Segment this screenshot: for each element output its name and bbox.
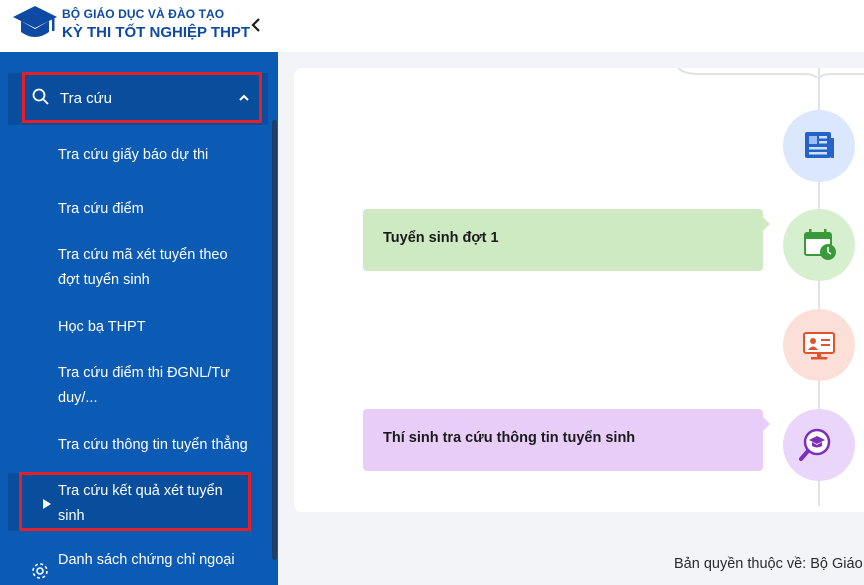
footer-copyright: Bản quyền thuộc về: Bộ Giáo [674,556,863,572]
timeline-event-title: Tuyển sinh đợt 1 [383,230,499,246]
calendar-clock-icon [804,229,836,260]
sidebar-item-admission-codes[interactable]: Tra cứu mã xét tuyển theo đợt tuyển sinh [58,243,258,293]
timeline-node-search-education [783,409,855,481]
sidebar-item-label: Học bạ THPT [58,319,146,335]
timeline-node-calendar [783,209,855,281]
graduation-search-icon [799,428,831,461]
timeline-event-title: Thí sinh tra cứu thông tin tuyển sinh [383,430,636,446]
highlight-box-lookup [22,72,262,123]
bubble-pointer [763,417,770,431]
timeline-connector [678,67,864,78]
sidebar-scrollbar[interactable] [272,120,277,560]
sidebar-item-label-line2: đợt tuyển sinh [58,272,150,288]
timeline-node-presentation [783,309,855,381]
brand-exam-name: KỲ THI TỐT NGHIỆP THPT [62,24,251,41]
sidebar-item-aptitude-scores[interactable]: Tra cứu điểm thi ĐGNL/Tư duy/... [58,361,258,411]
sidebar-item-label: Tra cứu điểm [58,201,144,217]
sidebar-section-foreign-certs[interactable]: Danh sách chứng chỉ ngoại [58,548,258,573]
timeline-event-round1[interactable]: Tuyển sinh đợt 1 [363,209,770,271]
document-icon [805,132,834,158]
graduation-cap-logo-icon [13,6,57,37]
gear-icon [32,563,48,579]
sidebar-item-label: Tra cứu giấy báo dự thi [58,147,209,163]
timeline-event-lookup-info[interactable]: Thí sinh tra cứu thông tin tuyển sinh [363,409,770,471]
highlight-box-admission-results [19,472,251,531]
bubble-pointer [763,217,770,231]
presentation-icon [803,332,835,360]
sidebar: Tra cứu Tra cứu giấy báo dự thi Tra cứu … [0,52,278,585]
top-header: BỘ GIÁO DỤC VÀ ĐÀO TẠO KỲ THI TỐT NGHIỆP… [0,0,864,52]
sidebar-item-label: Tra cứu điểm thi ĐGNL/Tư [58,365,230,381]
collapse-sidebar-chevron-icon[interactable] [248,14,264,36]
sidebar-item-label-line2: duy/... [58,390,98,406]
sidebar-item-label: Tra cứu mã xét tuyển theo [58,247,228,263]
sidebar-item-exam-notice[interactable]: Tra cứu giấy báo dự thi [58,143,258,168]
timeline-node-document [783,110,855,182]
sidebar-item-scores[interactable]: Tra cứu điểm [58,197,258,222]
brand-ministry-name: BỘ GIÁO DỤC VÀ ĐÀO TẠO [62,7,225,21]
sidebar-item-label: Tra cứu thông tin tuyển thẳng [58,437,248,453]
sidebar-item-direct-admission[interactable]: Tra cứu thông tin tuyển thẳng [58,433,268,458]
sidebar-item-transcript[interactable]: Học bạ THPT [58,315,258,340]
sidebar-section-label: Danh sách chứng chỉ ngoại [58,552,235,568]
